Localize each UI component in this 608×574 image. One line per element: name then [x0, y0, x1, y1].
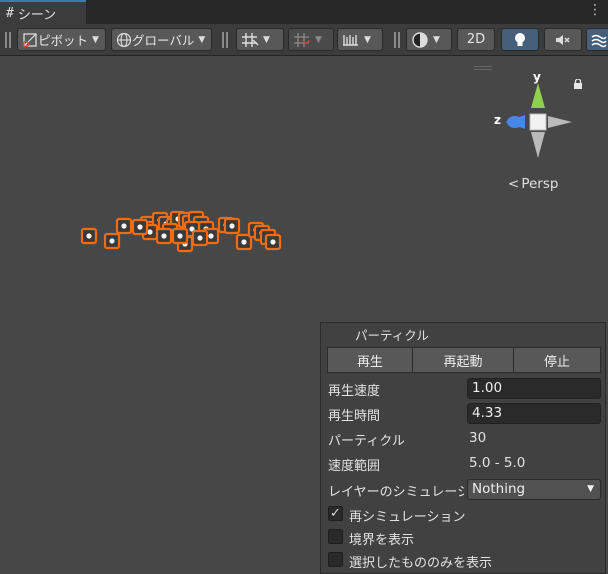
particle-effect-panel: パーティクル 再生 再起動 停止 再生速度 1.00 再生時間 4.33 パーテ…	[320, 322, 606, 574]
lock-icon[interactable]	[573, 79, 583, 90]
particle-sprite	[229, 223, 235, 229]
orientation-gizmo[interactable]	[495, 72, 580, 162]
chevron-down-icon: ▼	[587, 484, 594, 494]
playback-time-label: 再生時間	[328, 409, 381, 424]
playback-speed-label: 再生速度	[328, 384, 381, 399]
particle-sprite	[208, 233, 214, 239]
neg-y-axis-cone-icon	[531, 132, 545, 158]
particle-sprite	[161, 233, 167, 239]
particle-sprite	[177, 233, 183, 239]
particles-label: パーティクル	[328, 434, 405, 449]
layer-simulation-value: Nothing	[472, 481, 526, 497]
playback-speed-field[interactable]: 1.00	[467, 378, 601, 399]
y-axis-cone-icon	[531, 83, 545, 108]
projection-label: Persp	[521, 176, 559, 192]
particle-sprite	[147, 229, 153, 235]
particle-group	[80, 210, 282, 253]
particle-sprite	[197, 235, 203, 241]
particle-sprite	[137, 224, 143, 230]
particle-sprite	[121, 223, 127, 229]
show-bounds-label: 境界を表示	[349, 533, 415, 548]
speed-range-value: 5.0 - 5.0	[469, 455, 526, 471]
particle-sprite	[86, 233, 92, 239]
play-button[interactable]: 再生	[327, 347, 413, 373]
particle-sprite	[270, 239, 276, 245]
particles-count: 30	[469, 430, 487, 446]
layer-simulation-label: レイヤーのシミュレーション	[328, 485, 464, 500]
resimulate-checkbox[interactable]: ✓	[328, 506, 343, 521]
gizmo-z-label: z	[494, 113, 501, 127]
checkmark-icon: ✓	[330, 506, 341, 521]
show-selected-only-label: 選択したもののみを表示	[349, 556, 493, 571]
gizmo-drag-handle[interactable]	[474, 66, 492, 70]
panel-title: パーティクル	[355, 328, 429, 343]
perspective-arrow-icon: <	[508, 176, 520, 192]
playback-time-field[interactable]: 4.33	[467, 403, 601, 424]
gizmo-y-label: y	[533, 70, 541, 84]
show-selected-only-checkbox[interactable]	[328, 552, 343, 567]
show-bounds-checkbox[interactable]	[328, 529, 343, 544]
particle-sprite	[109, 238, 115, 244]
projection-toggle[interactable]: < Persp	[508, 176, 558, 192]
resimulate-label: 再シミュレーション	[349, 510, 466, 525]
restart-button[interactable]: 再起動	[412, 347, 514, 373]
stop-button[interactable]: 停止	[513, 347, 601, 373]
particle-sprite	[241, 239, 247, 245]
x-axis-cone-icon	[548, 116, 572, 128]
speed-range-label: 速度範囲	[328, 459, 381, 474]
gizmo-center-cube-icon	[529, 113, 547, 131]
layer-simulation-dropdown[interactable]: Nothing ▼	[467, 479, 601, 500]
